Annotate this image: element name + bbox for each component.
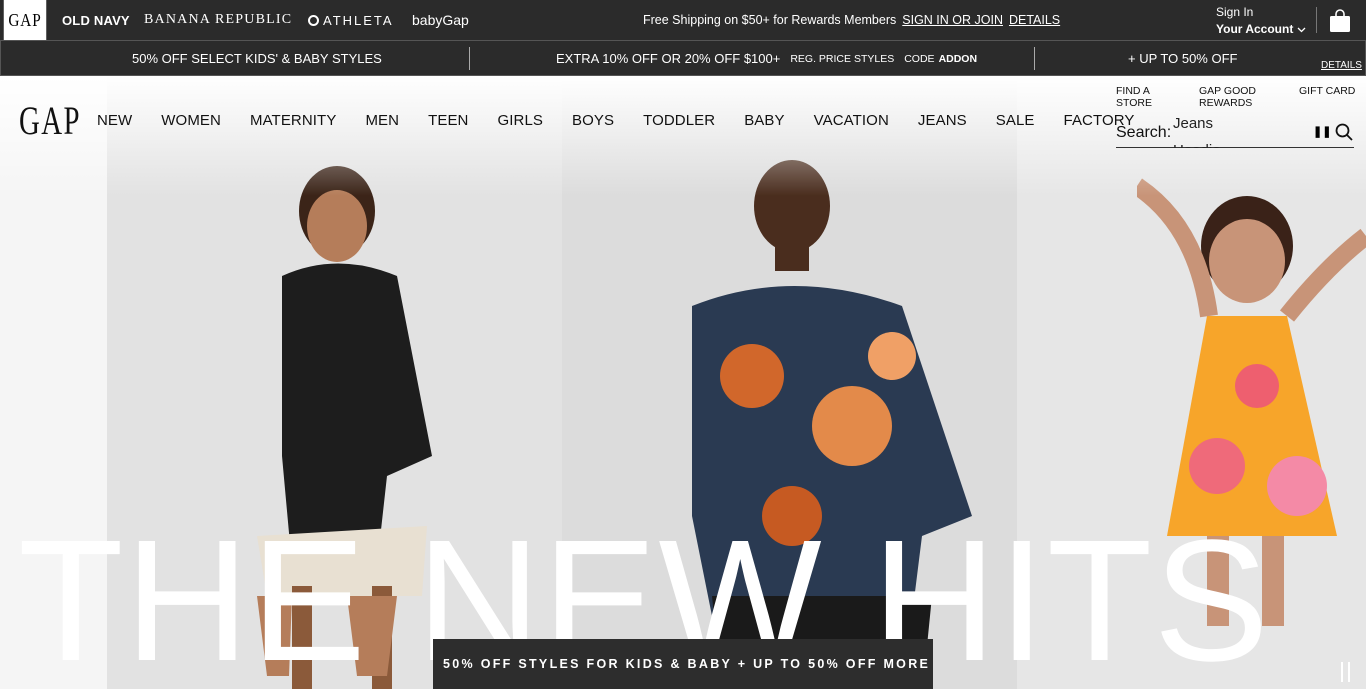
search-suggestion: Jeans bbox=[1173, 115, 1214, 132]
gift-card-link[interactable]: GIFT CARD bbox=[1299, 85, 1355, 97]
promo-extra-off[interactable]: EXTRA 10% OFF OR 20% OFF $100+ REG. PRIC… bbox=[556, 41, 977, 76]
main-nav: NEW WOMEN MATERNITY MEN TEEN GIRLS BOYS … bbox=[97, 112, 1164, 129]
nav-maternity[interactable]: MATERNITY bbox=[250, 112, 336, 129]
athleta-logo-icon bbox=[308, 14, 319, 26]
nav-men[interactable]: MEN bbox=[365, 112, 399, 129]
chevron-down-icon bbox=[1297, 27, 1306, 32]
nav-women[interactable]: WOMEN bbox=[161, 112, 221, 129]
search-suggestion-roller: Jeans Hoodie bbox=[1173, 110, 1293, 148]
nav-toddler[interactable]: TODDLER bbox=[643, 112, 715, 129]
bottom-promo-drawer[interactable]: 50% OFF STYLES FOR KIDS & BABY + UP TO 5… bbox=[433, 639, 933, 689]
account-menu[interactable]: Sign In Your Account bbox=[1216, 4, 1306, 38]
shipping-details-link[interactable]: DETAILS bbox=[1009, 13, 1060, 27]
nav-baby[interactable]: BABY bbox=[744, 112, 784, 129]
shipping-message: Free Shipping on $50+ for Rewards Member… bbox=[643, 0, 1060, 40]
nav-vacation[interactable]: VACATION bbox=[814, 112, 889, 129]
promo-code: ADDON bbox=[938, 52, 978, 65]
nav-boys[interactable]: BOYS bbox=[572, 112, 614, 129]
promo-up-to-50[interactable]: + UP TO 50% OFF bbox=[1128, 41, 1237, 76]
promo-details-link[interactable]: DETAILS bbox=[1321, 60, 1362, 71]
nav-girls[interactable]: GIRLS bbox=[497, 112, 543, 129]
gap-good-rewards-link[interactable]: GAP GOOD REWARDS bbox=[1199, 85, 1274, 109]
search-icon[interactable] bbox=[1335, 123, 1353, 141]
promo-reg-price: REG. PRICE STYLES bbox=[790, 52, 895, 65]
nav-teen[interactable]: TEEN bbox=[428, 112, 468, 129]
search-label: Search: bbox=[1116, 124, 1172, 141]
promo-extra-off-main: EXTRA 10% OFF OR 20% OFF $100+ bbox=[556, 51, 781, 66]
athleta-link[interactable]: ATHLETA bbox=[308, 0, 394, 40]
promo-bar: 50% OFF SELECT KIDS' & BABY STYLES EXTRA… bbox=[0, 40, 1366, 76]
search-field[interactable]: Search: Jeans Hoodie ❚❚ bbox=[1116, 110, 1354, 148]
your-account-label: Your Account bbox=[1216, 22, 1294, 36]
promo-divider bbox=[469, 47, 470, 70]
nav-jeans[interactable]: JEANS bbox=[918, 112, 967, 129]
divider bbox=[1316, 7, 1317, 33]
shopping-bag-icon[interactable] bbox=[1329, 9, 1351, 33]
shipping-text: Free Shipping on $50+ for Rewards Member… bbox=[643, 13, 897, 27]
your-account-dropdown[interactable]: Your Account bbox=[1216, 21, 1306, 38]
nav-sale[interactable]: SALE bbox=[996, 112, 1035, 129]
sign-in-label: Sign In bbox=[1216, 5, 1254, 19]
find-a-store-link[interactable]: FIND A STORE bbox=[1116, 85, 1176, 109]
gap-brand-tab[interactable]: GAP bbox=[3, 0, 47, 40]
bottom-promo-text: 50% OFF STYLES FOR KIDS & BABY + UP TO 5… bbox=[443, 657, 931, 671]
hero-pause-icon[interactable] bbox=[1340, 662, 1352, 682]
brand-bar: GAP OLD NAVY BANANA REPUBLIC ATHLETA bab… bbox=[0, 0, 1366, 40]
babygap-link[interactable]: babyGap bbox=[412, 0, 469, 40]
old-navy-link[interactable]: OLD NAVY bbox=[62, 0, 130, 40]
sign-in-or-join-link[interactable]: SIGN IN OR JOIN bbox=[902, 13, 1003, 27]
pause-icon[interactable]: ❚❚ bbox=[1313, 125, 1331, 138]
banana-republic-link[interactable]: BANANA REPUBLIC bbox=[144, 0, 292, 40]
promo-code-label: CODE bbox=[904, 52, 935, 65]
athleta-label: ATHLETA bbox=[323, 12, 394, 28]
gap-logo[interactable]: GAP bbox=[19, 101, 81, 141]
promo-kids-baby[interactable]: 50% OFF SELECT KIDS' & BABY STYLES bbox=[132, 41, 382, 76]
nav-new[interactable]: NEW bbox=[97, 112, 132, 129]
promo-divider bbox=[1034, 47, 1035, 70]
search-suggestion: Hoodie bbox=[1173, 137, 1293, 148]
